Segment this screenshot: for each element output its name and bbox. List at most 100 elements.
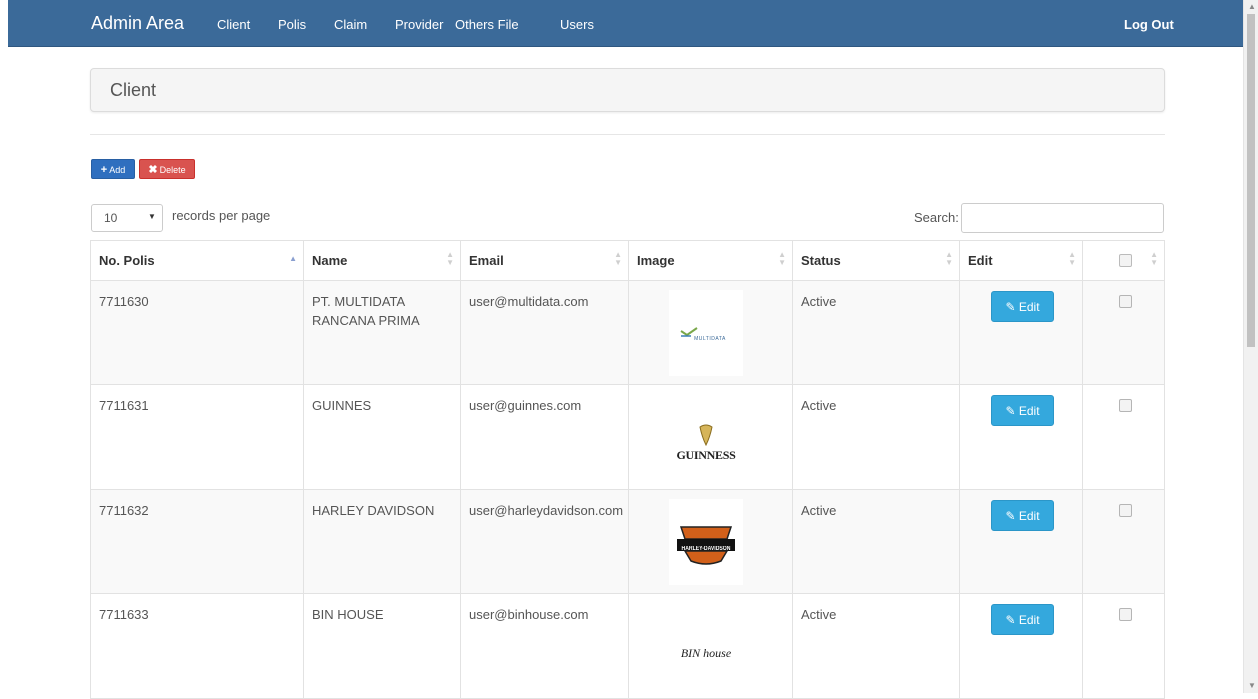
cell-email: user@guinnes.com xyxy=(460,384,629,490)
client-table: No. Polis ▲ Name ▲ ▼ Email ▲ ▼ Image ▲ ▼ Status… xyxy=(90,240,1165,699)
row-checkbox[interactable] xyxy=(1119,608,1132,621)
row-checkbox[interactable] xyxy=(1119,399,1132,412)
logout-link[interactable]: Log Out xyxy=(1124,17,1174,32)
client-logo: GUINNESS xyxy=(669,394,743,480)
page-length-select[interactable]: 10 ▼ xyxy=(91,204,163,232)
cell-name: HARLEY DAVIDSON xyxy=(303,489,461,594)
plus-icon: + xyxy=(100,164,108,176)
cell-image: MULTIDATA xyxy=(628,280,793,385)
scroll-up-icon[interactable]: ▲ xyxy=(1248,2,1256,11)
cell-select xyxy=(1082,593,1165,699)
table-row: 7711631 GUINNES user@guinnes.com GUINNES… xyxy=(90,384,1165,490)
client-logo: BIN house xyxy=(669,603,743,689)
search-input[interactable] xyxy=(961,203,1164,233)
delete-button[interactable]: ✖ Delete xyxy=(139,159,195,179)
cell-status: Active xyxy=(792,489,960,594)
cell-edit: ✎ Edit xyxy=(959,593,1083,699)
client-logo: HARLEY-DAVIDSON xyxy=(669,499,743,585)
header-label: Status xyxy=(801,253,841,268)
guinness-harp-logo xyxy=(699,424,713,447)
header-image[interactable]: Image ▲ ▼ xyxy=(628,240,793,281)
cell-status: Active xyxy=(792,593,960,699)
cell-select xyxy=(1082,384,1165,490)
cell-select xyxy=(1082,280,1165,385)
caret-down-icon: ▼ xyxy=(148,212,156,221)
sort-icon: ▲ ▼ xyxy=(945,250,953,267)
table-row: 7711630 PT. MULTIDATA RANCANA PRIMA user… xyxy=(90,280,1165,385)
scroll-thumb[interactable] xyxy=(1247,14,1255,347)
cell-image: GUINNESS xyxy=(628,384,793,490)
header-select-all[interactable]: ▲ ▼ xyxy=(1082,240,1165,281)
page-header-panel: Client xyxy=(90,68,1165,112)
sort-asc-icon: ▲ xyxy=(289,254,297,263)
cell-email: user@multidata.com xyxy=(460,280,629,385)
sort-icon: ▲ ▼ xyxy=(614,250,622,267)
table-row: 7711633 BIN HOUSE user@binhouse.com BIN … xyxy=(90,593,1165,699)
sort-icon: ▲ ▼ xyxy=(1150,250,1158,267)
page-scrollbar[interactable]: ▲ ▼ xyxy=(1243,0,1258,693)
header-label: No. Polis xyxy=(99,253,155,268)
header-label: Email xyxy=(469,253,504,268)
sort-icon: ▲ ▼ xyxy=(1068,250,1076,267)
table-row: 7711632 HARLEY DAVIDSON user@harleydavid… xyxy=(90,489,1165,594)
cell-no-polis: 7711633 xyxy=(90,593,304,699)
cell-no-polis: 7711632 xyxy=(90,489,304,594)
logo-label: MULTIDATA xyxy=(694,336,726,342)
add-button-label: Add xyxy=(109,165,126,175)
nav-provider[interactable]: Provider xyxy=(395,17,443,32)
client-logo: MULTIDATA xyxy=(669,290,743,376)
header-no-polis[interactable]: No. Polis ▲ xyxy=(90,240,304,281)
nav-users[interactable]: Users xyxy=(560,17,594,32)
edit-button-label: Edit xyxy=(1018,613,1040,627)
cell-status: Active xyxy=(792,384,960,490)
cell-edit: ✎ Edit xyxy=(959,489,1083,594)
select-all-checkbox[interactable] xyxy=(1119,254,1132,267)
logo-label: GUINNESS xyxy=(676,448,736,462)
page-title: Client xyxy=(110,80,157,100)
header-name[interactable]: Name ▲ ▼ xyxy=(303,240,461,281)
add-button[interactable]: + Add xyxy=(91,159,135,179)
delete-button-label: Delete xyxy=(159,165,186,175)
header-edit[interactable]: Edit ▲ ▼ xyxy=(959,240,1083,281)
cell-no-polis: 7711630 xyxy=(90,280,304,385)
cell-image: BIN house xyxy=(628,593,793,699)
pencil-icon: ✎ xyxy=(1005,613,1016,627)
x-icon: ✖ xyxy=(148,164,158,176)
cell-name: BIN HOUSE xyxy=(303,593,461,699)
cell-edit: ✎ Edit xyxy=(959,280,1083,385)
scroll-down-icon[interactable]: ▼ xyxy=(1248,681,1256,690)
header-email[interactable]: Email ▲ ▼ xyxy=(460,240,629,281)
row-checkbox[interactable] xyxy=(1119,295,1132,308)
header-status[interactable]: Status ▲ ▼ xyxy=(792,240,960,281)
edit-button-label: Edit xyxy=(1018,509,1040,523)
cell-status: Active xyxy=(792,280,960,385)
nav-client[interactable]: Client xyxy=(217,17,250,32)
edit-button-label: Edit xyxy=(1018,404,1040,418)
edit-button[interactable]: ✎ Edit xyxy=(991,291,1054,322)
brand[interactable]: Admin Area xyxy=(91,13,184,34)
top-navbar: Admin Area Client Polis Claim Provider O… xyxy=(8,0,1243,47)
cell-email: user@binhouse.com xyxy=(460,593,629,699)
sort-icon: ▲ ▼ xyxy=(446,250,454,267)
cell-select xyxy=(1082,489,1165,594)
nav-polis[interactable]: Polis xyxy=(278,17,306,32)
edit-button[interactable]: ✎ Edit xyxy=(991,604,1054,635)
pencil-icon: ✎ xyxy=(1005,300,1016,314)
table-header-row: No. Polis ▲ Name ▲ ▼ Email ▲ ▼ Image ▲ ▼ Status… xyxy=(90,240,1165,281)
logo-label: HARLEY-DAVIDSON xyxy=(681,546,731,552)
edit-button[interactable]: ✎ Edit xyxy=(991,395,1054,426)
header-label: Image xyxy=(637,253,675,268)
page-length-value: 10 xyxy=(104,211,118,225)
sort-icon: ▲ ▼ xyxy=(778,250,786,267)
row-checkbox[interactable] xyxy=(1119,504,1132,517)
cell-no-polis: 7711631 xyxy=(90,384,304,490)
nav-claim[interactable]: Claim xyxy=(334,17,367,32)
nav-others-file[interactable]: Others File xyxy=(455,17,519,32)
edit-button[interactable]: ✎ Edit xyxy=(991,500,1054,531)
cell-email: user@harleydavidson.com xyxy=(460,489,629,594)
cell-name: GUINNES xyxy=(303,384,461,490)
cell-image: HARLEY-DAVIDSON xyxy=(628,489,793,594)
divider xyxy=(90,134,1165,135)
search-label: Search: xyxy=(914,210,959,225)
pencil-icon: ✎ xyxy=(1005,404,1016,418)
